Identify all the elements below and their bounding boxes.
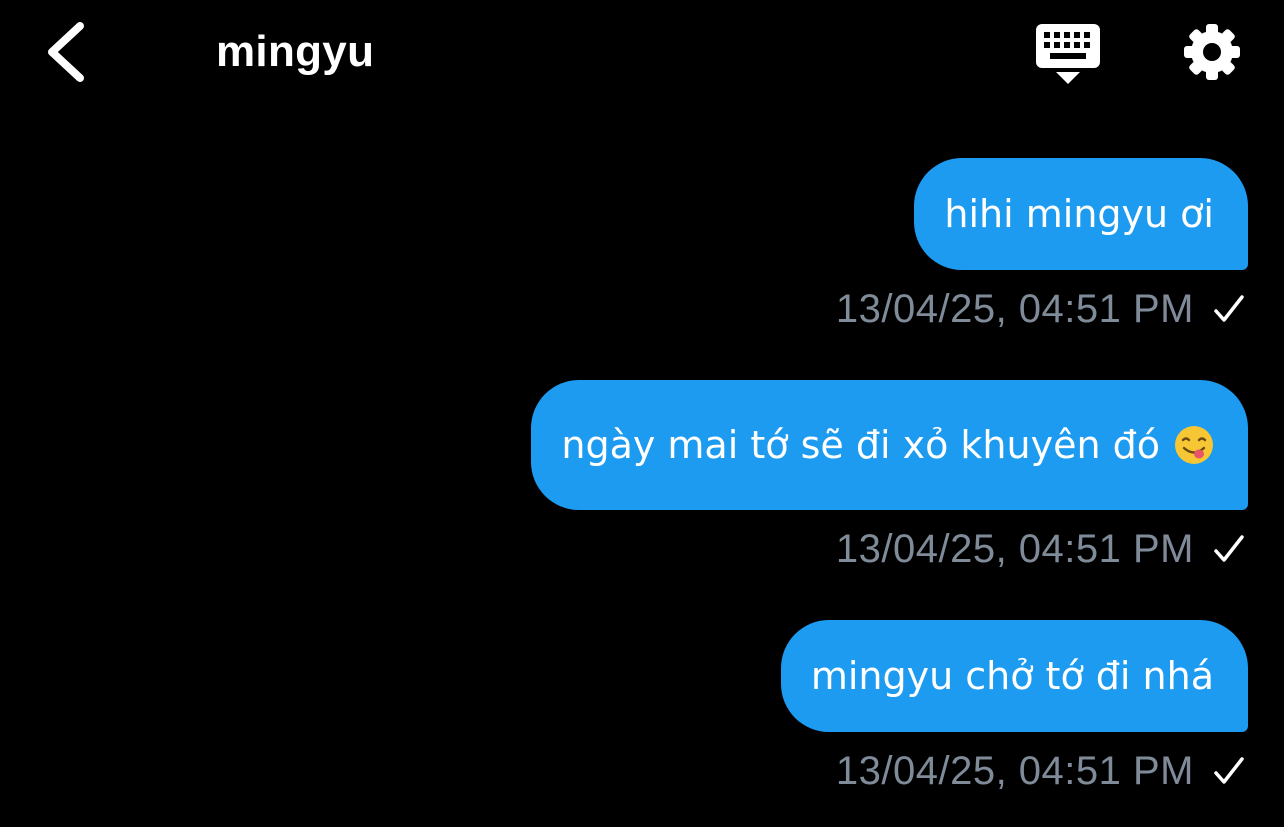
message-timestamp: 13/04/25, 04:51 PM bbox=[835, 287, 1194, 331]
checkmark-icon bbox=[1214, 295, 1244, 322]
keyboard-icon bbox=[1036, 24, 1100, 84]
message-meta: 13/04/25, 04:51 PM bbox=[836, 524, 1246, 574]
message-meta: 13/04/25, 04:51 PM bbox=[836, 746, 1246, 796]
message-text: hihi mingyu ơi bbox=[944, 192, 1214, 236]
message-item: mingyu chở tớ đi nhá 13/04/25, 04:51 PM bbox=[780, 620, 1248, 796]
message-bubble[interactable]: mingyu chở tớ đi nhá bbox=[780, 620, 1248, 732]
face-savoring-food-emoji bbox=[1175, 426, 1213, 464]
conversation-title: mingyu bbox=[216, 27, 375, 76]
gear-icon bbox=[1184, 24, 1240, 80]
message-timestamp: 13/04/25, 04:51 PM bbox=[835, 749, 1194, 793]
back-button[interactable] bbox=[38, 18, 94, 86]
keyboard-button[interactable] bbox=[1034, 22, 1102, 86]
message-text: ngày mai tớ sẽ đi xỏ khuyên đó bbox=[561, 423, 1160, 467]
checkmark-icon bbox=[1214, 757, 1244, 784]
settings-button[interactable] bbox=[1180, 20, 1244, 84]
message-timestamp: 13/04/25, 04:51 PM bbox=[835, 527, 1194, 571]
message-item: ngày mai tớ sẽ đi xỏ khuyên đó 13/04/25,… bbox=[531, 380, 1248, 574]
message-bubble[interactable]: hihi mingyu ơi bbox=[914, 158, 1248, 270]
chevron-left-icon bbox=[48, 22, 84, 82]
message-meta: 13/04/25, 04:51 PM bbox=[836, 284, 1246, 334]
message-text: mingyu chở tớ đi nhá bbox=[810, 654, 1214, 698]
message-item: hihi mingyu ơi 13/04/25, 04:51 PM bbox=[836, 158, 1248, 334]
message-bubble[interactable]: ngày mai tớ sẽ đi xỏ khuyên đó bbox=[531, 380, 1248, 510]
checkmark-icon bbox=[1214, 535, 1244, 562]
chat-header: mingyu bbox=[0, 0, 1284, 110]
